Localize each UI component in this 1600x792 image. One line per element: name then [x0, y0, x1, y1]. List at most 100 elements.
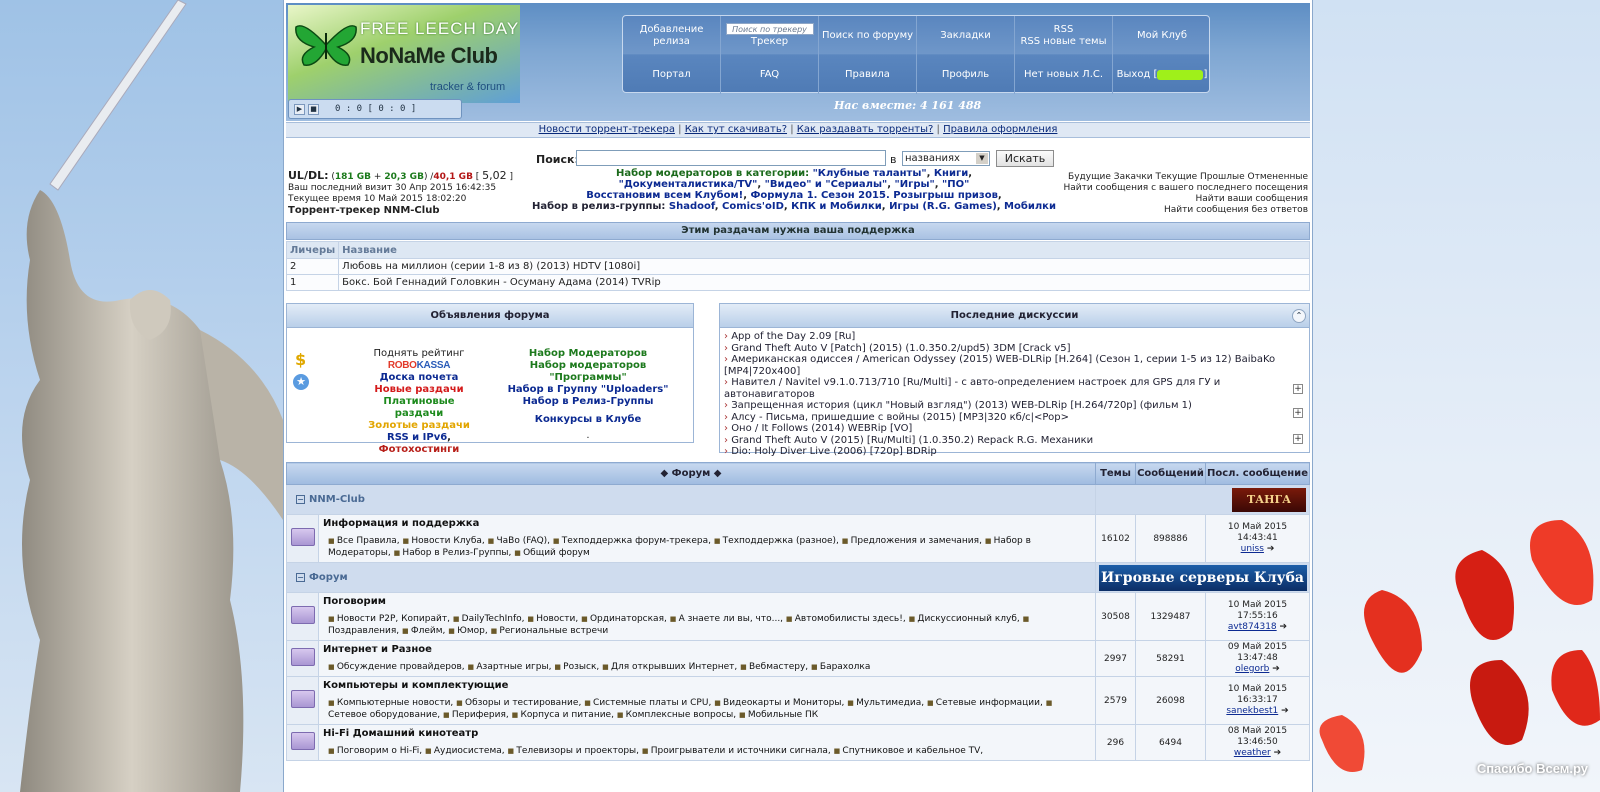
- subforum-link[interactable]: Вебмастеру,: [740, 662, 808, 672]
- forum-title[interactable]: Интернет и Разное: [320, 642, 1094, 655]
- subforum-link[interactable]: Дискуссионный клуб,: [909, 614, 1020, 624]
- last-post-user[interactable]: avt874318: [1228, 622, 1277, 632]
- subforum-link[interactable]: Проигрыватели и источники сигнала,: [642, 746, 831, 756]
- downloads-links[interactable]: Будущие Закачки Текущие Прошлые Отмененн…: [1048, 172, 1308, 183]
- honor-board-link[interactable]: Доска почета: [380, 372, 459, 383]
- search-scope-select[interactable]: названиях ▼: [902, 151, 990, 166]
- list-item[interactable]: App of the Day 2.09 [Ru]: [724, 331, 1305, 343]
- subforum-link[interactable]: Спутниковое и кабельное TV,: [834, 746, 984, 756]
- go-to-post-icon[interactable]: ➔: [1267, 544, 1275, 554]
- forum-title[interactable]: Информация и поддержка: [320, 516, 1094, 529]
- news-link[interactable]: "Документалистика/TV": [619, 179, 758, 190]
- category-banner[interactable]: ТАНГА: [1232, 487, 1306, 512]
- subforum-link[interactable]: Обсуждение провайдеров,: [328, 662, 465, 672]
- subforum-link[interactable]: Комплексные вопросы,: [617, 710, 736, 720]
- release-link[interactable]: Бокс. Бой Геннадий Головкин - Осуману Ад…: [342, 277, 661, 288]
- list-item[interactable]: Американская одиссея / American Odyssey …: [724, 354, 1305, 377]
- subforum-link[interactable]: Для открывших Интернет,: [602, 662, 737, 672]
- nav-messages[interactable]: Нет новых Л.С.: [1015, 55, 1113, 94]
- news-link[interactable]: "Клубные таланты": [813, 168, 927, 179]
- subforum-link[interactable]: Периферия,: [443, 710, 509, 720]
- nav-forum-search[interactable]: Поиск по форуму: [819, 16, 917, 55]
- nav-faq[interactable]: FAQ: [721, 55, 819, 94]
- go-to-post-icon[interactable]: ➔: [1274, 748, 1282, 758]
- link-format-rules[interactable]: Правила оформления: [943, 124, 1057, 135]
- subforum-link[interactable]: Техподдержка форум-трекера,: [553, 536, 711, 546]
- list-item[interactable]: Навител / Navitel v9.1.0.713/710 [Ru/Mul…: [724, 377, 1305, 400]
- relgroups-link[interactable]: Набор в Релиз-Группы: [523, 396, 654, 407]
- link-my-posts[interactable]: Найти ваши сообщения: [1048, 194, 1308, 205]
- expand-icon[interactable]: +: [1293, 408, 1303, 418]
- list-item[interactable]: Grand Theft Auto V [Patch] (2015) (1.0.3…: [724, 343, 1305, 355]
- go-to-post-icon[interactable]: ➔: [1281, 706, 1289, 716]
- nav-bookmarks[interactable]: Закладки: [917, 16, 1015, 55]
- go-to-post-icon[interactable]: ➔: [1280, 622, 1288, 632]
- subforum-link[interactable]: Общий форум: [514, 548, 590, 558]
- last-post-user[interactable]: weather: [1234, 748, 1271, 758]
- nav-rules[interactable]: Правила: [819, 55, 917, 94]
- subforum-link[interactable]: Поговорим о Hi-Fi,: [328, 746, 422, 756]
- expand-icon[interactable]: +: [1293, 434, 1303, 444]
- site-logo[interactable]: FREE LEECH DAY NoNaMe Club tracker & for…: [288, 5, 520, 103]
- forum-title[interactable]: Hi-Fi Домашний кинотеатр: [320, 726, 1094, 739]
- subforum-link[interactable]: Все Правила,: [328, 536, 400, 546]
- subforum-link[interactable]: ЧаВо (FAQ),: [488, 536, 550, 546]
- subforum-link[interactable]: Системные платы и CPU,: [584, 698, 711, 708]
- nav-portal[interactable]: Портал: [623, 55, 721, 94]
- new-releases-link[interactable]: Новые раздачи: [374, 384, 463, 395]
- subforum-link[interactable]: Флейм,: [402, 626, 445, 636]
- platinum-link[interactable]: Платиновые раздачи: [383, 396, 454, 419]
- news-link[interactable]: Восстановим всем Клубом!: [586, 190, 743, 201]
- search-button[interactable]: Искать: [996, 150, 1054, 167]
- news-link[interactable]: Shadoof: [669, 201, 715, 212]
- last-post-user[interactable]: olegorb: [1235, 664, 1269, 674]
- subforum-link[interactable]: Аудиосистема,: [425, 746, 505, 756]
- subforum-link[interactable]: Набор в Релиз-Группы,: [394, 548, 512, 558]
- list-item[interactable]: Grand Theft Auto V (2015) [Ru/Multi] (1.…: [724, 435, 1305, 447]
- nav-add-release[interactable]: Добавление релиза: [623, 16, 721, 55]
- subforum-link[interactable]: Обзоры и тестирование,: [456, 698, 581, 708]
- rss-ipv6-link[interactable]: RSS и IPv6: [387, 432, 447, 443]
- subforum-link[interactable]: Мобильные ПК: [739, 710, 818, 720]
- subforum-link[interactable]: Новости Клуба,: [403, 536, 485, 546]
- news-link[interactable]: Книги: [934, 168, 968, 179]
- photo-hosting-link[interactable]: Фотохостинги: [379, 444, 460, 455]
- news-link[interactable]: "ПО": [942, 179, 969, 190]
- subforum-link[interactable]: Автомобилисты здесь!,: [786, 614, 906, 624]
- subforum-link[interactable]: Новости,: [527, 614, 578, 624]
- category-title[interactable]: Форум: [309, 572, 348, 583]
- subforum-link[interactable]: Корпуса и питание,: [512, 710, 614, 720]
- subforum-link[interactable]: А знаете ли вы, что...,: [670, 614, 783, 624]
- nav-rss[interactable]: RSS RSS новые темы: [1015, 16, 1113, 55]
- link-how-download[interactable]: Как тут скачивать?: [685, 124, 787, 135]
- link-new-posts[interactable]: Найти сообщения с вашего последнего посе…: [1048, 183, 1308, 194]
- go-to-post-icon[interactable]: ➔: [1272, 664, 1280, 674]
- nav-tracker[interactable]: Поиск по трекеру Трекер: [721, 16, 819, 55]
- subforum-link[interactable]: Предложения и замечания,: [842, 536, 982, 546]
- subforum-link[interactable]: Видеокарты и Мониторы,: [714, 698, 844, 708]
- category-title[interactable]: NNM-Club: [309, 494, 365, 505]
- news-link[interactable]: КПК и Мобилки: [791, 201, 882, 212]
- subforum-link[interactable]: Азартные игры,: [468, 662, 552, 672]
- nav-profile[interactable]: Профиль: [917, 55, 1015, 94]
- list-item[interactable]: Dio: Holy Diver Live (2006) [720p] BDRip: [724, 446, 1305, 458]
- expand-icon[interactable]: +: [1293, 384, 1303, 394]
- subforum-link[interactable]: Компьютерные новости,: [328, 698, 453, 708]
- collapse-icon[interactable]: −: [296, 573, 305, 582]
- list-item[interactable]: Запрещенная история (цикл "Новый взгляд"…: [724, 400, 1305, 412]
- subforum-link[interactable]: Ординаторская,: [581, 614, 667, 624]
- gold-link[interactable]: Золотые раздачи: [368, 420, 470, 431]
- nav-logout[interactable]: Выход []: [1113, 55, 1211, 94]
- stop-icon[interactable]: ■: [308, 104, 319, 115]
- news-link[interactable]: "Видео" и "Сериалы": [765, 179, 888, 190]
- news-link[interactable]: Игры (R.G. Games): [889, 201, 997, 212]
- last-post-user[interactable]: sanekbest1: [1226, 706, 1278, 716]
- raise-rating-link[interactable]: Поднять рейтинг: [373, 348, 464, 359]
- link-tracker-news[interactable]: Новости торрент-трекера: [539, 124, 675, 135]
- search-input[interactable]: [576, 150, 886, 166]
- subforum-link[interactable]: Телевизоры и проекторы,: [508, 746, 640, 756]
- forum-title[interactable]: Компьютеры и комплектующие: [320, 678, 1094, 691]
- subforum-link[interactable]: Новости P2P, Копирайт,: [328, 614, 450, 624]
- subforum-link[interactable]: DailyTechInfo,: [453, 614, 525, 624]
- collapse-icon[interactable]: −: [296, 495, 305, 504]
